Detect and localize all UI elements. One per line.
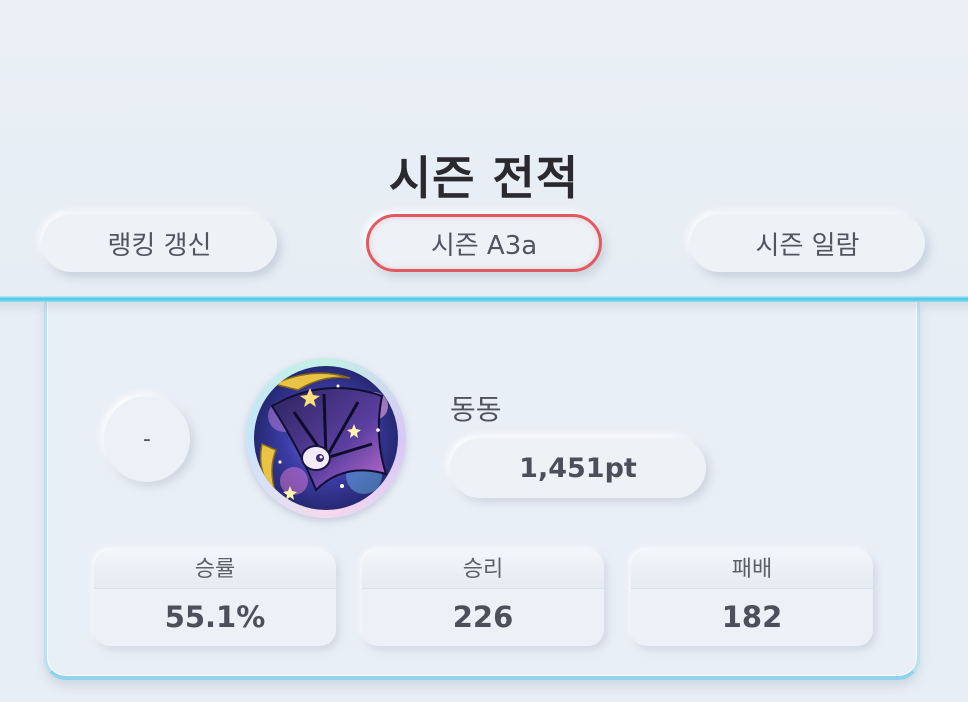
divider-shadow [0,302,968,314]
stat-value: 182 [721,600,783,634]
current-season-button[interactable]: 시즌 A3a [366,214,602,272]
points-badge: 1,451pt [450,438,706,498]
rank-badge: - [104,396,190,482]
stat-wins: 승리 226 [362,550,604,646]
ranking-refresh-button[interactable]: 랭킹 갱신 [42,214,277,272]
player-name: 동동 [450,393,502,426]
stat-label: 패배 [631,550,873,589]
lunala-avatar-icon[interactable] [254,366,398,510]
page-title: 시즌 전적 [388,151,580,205]
stat-label: 승리 [362,550,604,589]
stat-value: 226 [452,600,514,634]
stat-losses: 패배 182 [631,550,873,646]
season-list-button[interactable]: 시즌 일람 [690,214,925,272]
stat-label: 승률 [94,550,336,589]
stat-win-rate: 승률 55.1% [94,550,336,646]
stat-value: 55.1% [164,600,266,634]
